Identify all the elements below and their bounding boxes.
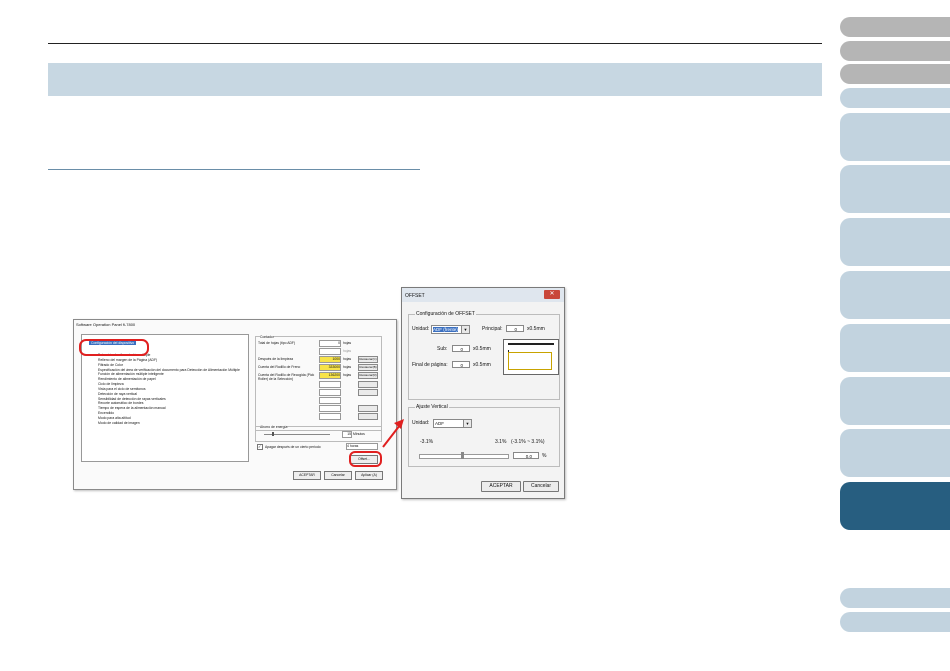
arrow-shaft (382, 424, 401, 448)
red-arrow (382, 419, 404, 448)
